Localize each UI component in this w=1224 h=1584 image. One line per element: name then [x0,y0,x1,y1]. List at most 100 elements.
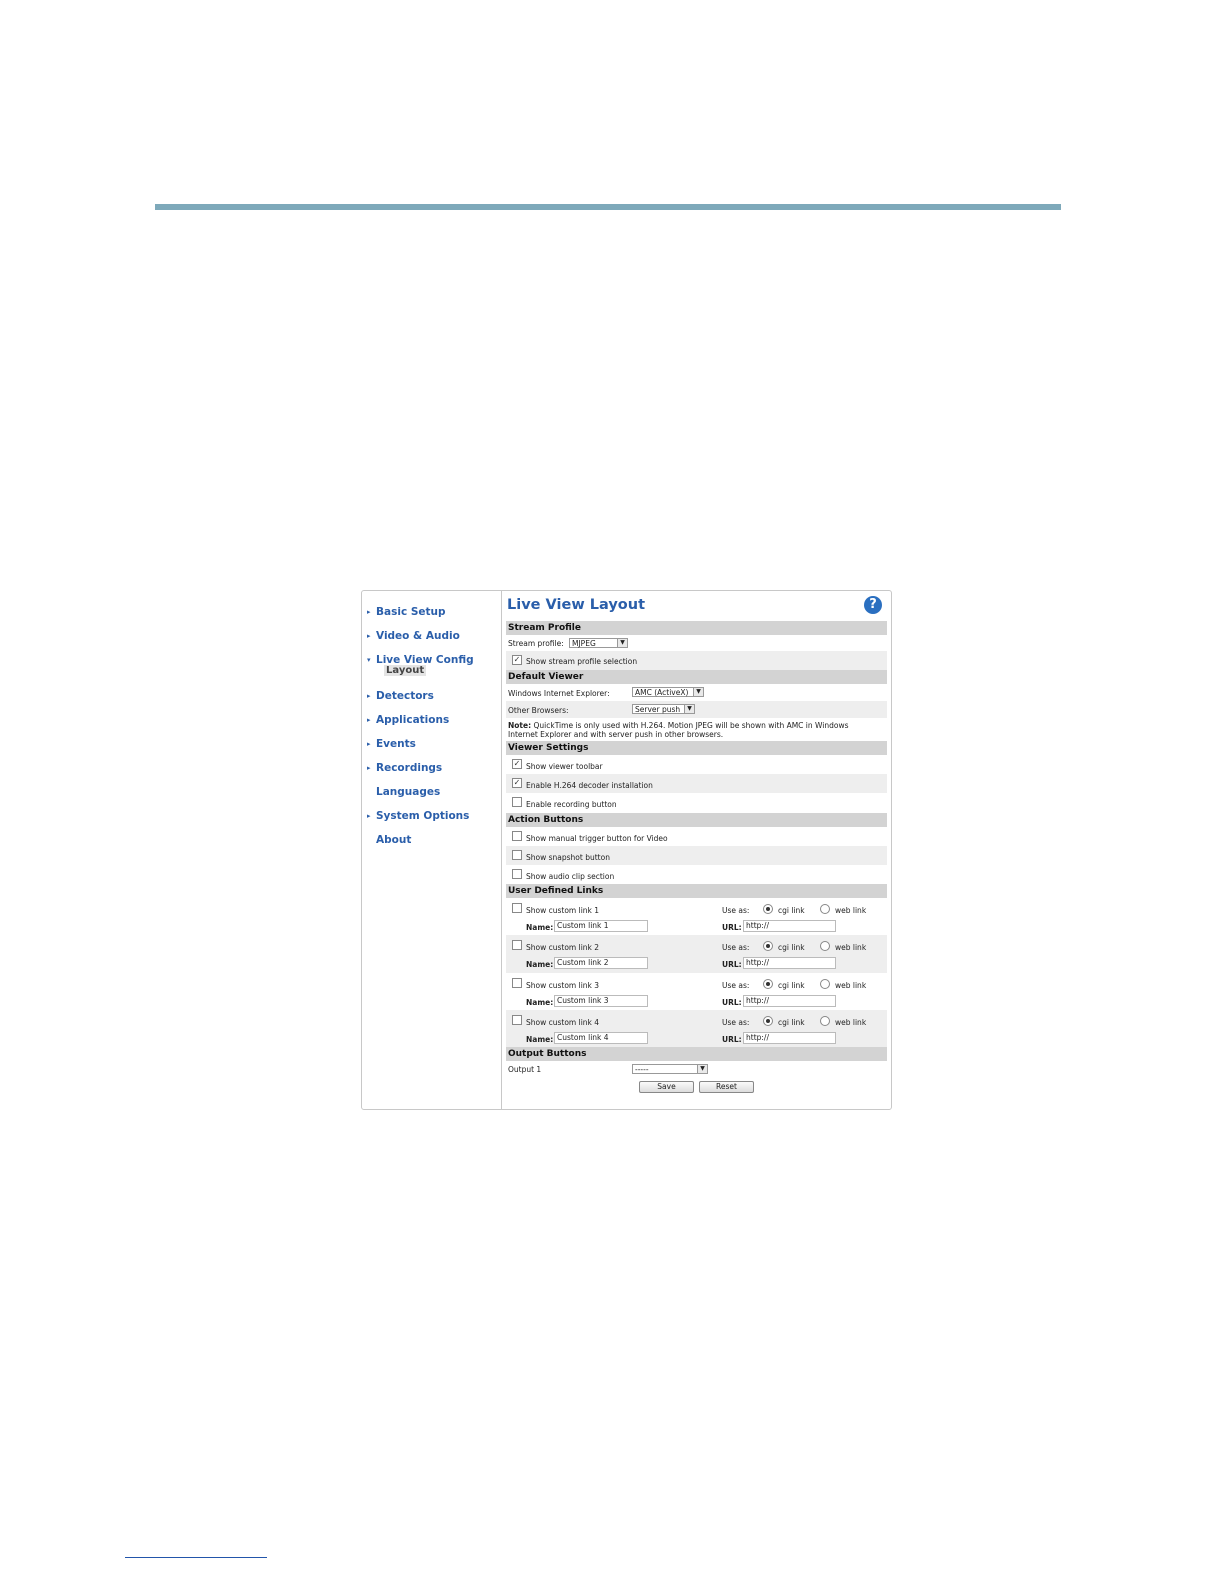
chevron-right-icon: ▸ [367,632,371,640]
show-stream-profile-checkbox[interactable]: ✓ [512,655,522,665]
save-button[interactable]: Save [639,1081,694,1093]
chevron-right-icon: ▸ [367,740,371,748]
stream-profile-select[interactable]: MJPEG ▼ [569,638,628,648]
header-rule [155,204,1061,210]
use-as-label: Use as: [722,981,750,990]
row-recording-button: Enable recording button [506,793,887,812]
ie-viewer-select[interactable]: AMC (ActiveX) ▼ [632,687,704,697]
url-label: URL: [722,998,742,1007]
section-output-buttons: Output Buttons [506,1047,887,1061]
nav-events[interactable]: ▸ Events [367,738,416,750]
row-output-1: Output 1 ----- ▼ [506,1061,887,1077]
url-label: URL: [722,1035,742,1044]
section-user-links: User Defined Links [506,884,887,898]
custom-link-name-input[interactable]: Custom link 2 [554,957,648,969]
custom-link-1: Show custom link 1 Use as: cgi link web … [506,898,887,935]
audio-clip-label: Show audio clip section [526,872,615,881]
custom-link-name-input[interactable]: Custom link 1 [554,920,648,932]
chevron-right-icon: ▸ [367,764,371,772]
main-panel: Live View Layout ? Stream Profile Stream… [503,591,889,1109]
stream-profile-label: Stream profile: [508,639,564,648]
output-1-select[interactable]: ----- ▼ [632,1064,708,1074]
row-ie-viewer: Windows Internet Explorer: AMC (ActiveX)… [506,684,887,701]
chevron-right-icon: ▸ [367,692,371,700]
help-icon[interactable]: ? [864,596,882,614]
row-show-stream-profile: ✓ Show stream profile selection [506,651,887,670]
web-link-label: web link [835,906,867,915]
section-viewer-settings: Viewer Settings [506,741,887,755]
row-h264-decoder: ✓ Enable H.264 decoder installation [506,774,887,793]
cgi-link-label: cgi link [778,906,805,915]
custom-link-show-label: Show custom link 3 [526,981,600,990]
footer-link-underline [125,1557,267,1558]
nav-applications[interactable]: ▸ Applications [367,714,449,726]
screenshot-frame: ▸ Basic Setup ▸ Video & Audio ▾ Live View C… [361,590,892,1110]
nav-system-options[interactable]: ▸ System Options [367,810,469,822]
cgi-link-radio[interactable] [763,979,773,989]
sidebar-nav: ▸ Basic Setup ▸ Video & Audio ▾ Live View C… [362,591,502,1109]
web-link-label: web link [835,981,867,990]
other-browsers-label: Other Browsers: [508,706,569,715]
custom-link-url-input[interactable]: http:// [743,1032,836,1044]
nav-sub-layout[interactable]: Layout [384,665,427,676]
section-default-viewer: Default Viewer [506,670,887,684]
audio-clip-checkbox[interactable] [512,869,522,879]
custom-link-show-label: Show custom link 4 [526,1018,600,1027]
row-viewer-note: Note: QuickTime is only used with H.264.… [506,718,887,740]
web-link-label: web link [835,943,867,952]
manual-trigger-checkbox[interactable] [512,831,522,841]
custom-link-url-input[interactable]: http:// [743,920,836,932]
dropdown-arrow-icon: ▼ [693,688,703,696]
custom-link-2: Show custom link 2 Use as: cgi link web … [506,935,887,973]
section-action-buttons: Action Buttons [506,813,887,827]
row-stream-profile: Stream profile: MJPEG ▼ [506,635,887,651]
custom-link-name-input[interactable]: Custom link 3 [554,995,648,1007]
custom-link-checkbox[interactable] [512,978,522,988]
web-link-radio[interactable] [820,979,830,989]
use-as-label: Use as: [722,943,750,952]
page-title: Live View Layout [507,597,646,613]
name-label: Name: [526,960,554,969]
row-other-browsers: Other Browsers: Server push ▼ [506,701,887,718]
custom-link-name-input[interactable]: Custom link 4 [554,1032,648,1044]
h264-decoder-label: Enable H.264 decoder installation [526,781,653,790]
cgi-link-label: cgi link [778,943,805,952]
dropdown-arrow-icon: ▼ [617,639,627,647]
snapshot-checkbox[interactable] [512,850,522,860]
web-link-radio[interactable] [820,1016,830,1026]
reset-button[interactable]: Reset [699,1081,754,1093]
nav-about[interactable]: About [367,834,411,846]
web-link-radio[interactable] [820,941,830,951]
other-browsers-select[interactable]: Server push ▼ [632,704,695,714]
url-label: URL: [722,960,742,969]
cgi-link-radio[interactable] [763,904,773,914]
custom-link-url-input[interactable]: http:// [743,995,836,1007]
nav-basic-setup[interactable]: ▸ Basic Setup [367,606,446,618]
custom-link-show-label: Show custom link 2 [526,943,600,952]
chevron-down-icon: ▾ [367,656,371,664]
chevron-right-icon: ▸ [367,608,371,616]
nav-languages[interactable]: Languages [367,786,440,798]
chevron-right-icon: ▸ [367,716,371,724]
row-audio-clip: Show audio clip section [506,865,887,884]
recording-button-checkbox[interactable] [512,797,522,807]
h264-decoder-checkbox[interactable]: ✓ [512,778,522,788]
output-1-label: Output 1 [508,1065,542,1074]
use-as-label: Use as: [722,1018,750,1027]
show-stream-profile-label: Show stream profile selection [526,657,638,666]
row-viewer-toolbar: ✓ Show viewer toolbar [506,755,887,774]
cgi-link-radio[interactable] [763,1016,773,1026]
viewer-toolbar-checkbox[interactable]: ✓ [512,759,522,769]
web-link-radio[interactable] [820,904,830,914]
nav-video-audio[interactable]: ▸ Video & Audio [367,630,460,642]
ie-viewer-label: Windows Internet Explorer: [508,689,610,698]
nav-detectors[interactable]: ▸ Detectors [367,690,434,702]
custom-link-show-label: Show custom link 1 [526,906,600,915]
nav-recordings[interactable]: ▸ Recordings [367,762,442,774]
custom-link-url-input[interactable]: http:// [743,957,836,969]
custom-link-3: Show custom link 3 Use as: cgi link web … [506,973,887,1010]
custom-link-checkbox[interactable] [512,1015,522,1025]
cgi-link-radio[interactable] [763,941,773,951]
custom-link-checkbox[interactable] [512,940,522,950]
custom-link-checkbox[interactable] [512,903,522,913]
